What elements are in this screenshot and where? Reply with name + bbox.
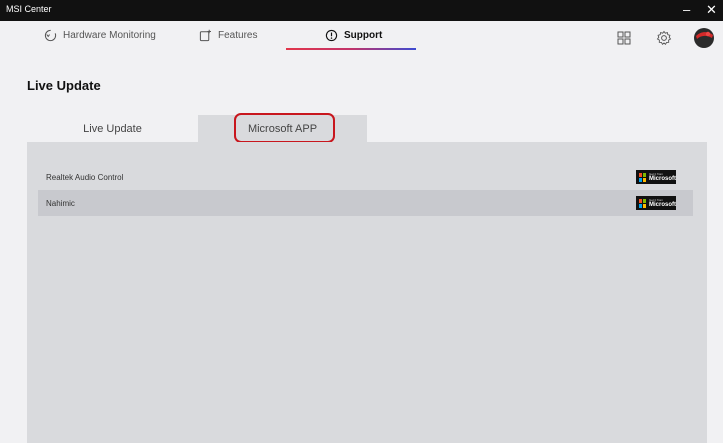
tab-live-update[interactable]: Live Update [27, 115, 198, 142]
tab-highlight-outline [234, 113, 335, 143]
alert-circle-icon [325, 29, 338, 42]
grid-icon[interactable] [617, 31, 631, 45]
nav-support[interactable]: Support [325, 29, 382, 42]
microsoft-logo-icon [639, 172, 646, 182]
app-name: Realtek Audio Control [46, 172, 124, 182]
settings-icon[interactable] [656, 30, 672, 46]
nav-features[interactable]: Features [199, 29, 257, 42]
nav-label: Features [218, 30, 258, 41]
top-nav: Hardware Monitoring Features Support [0, 21, 723, 57]
badge-big-text: Microsoft [649, 201, 676, 208]
active-tab-indicator [286, 48, 416, 50]
refresh-circle-icon [44, 29, 57, 42]
window-title: MSI Center [6, 4, 52, 14]
microsoft-store-badge[interactable]: Get it from Microsoft [636, 196, 676, 210]
square-plus-icon [199, 29, 211, 42]
avatar-icon[interactable] [693, 27, 715, 49]
badge-small-text: Get it from [649, 197, 664, 202]
badge-big-text: Microsoft [649, 175, 676, 182]
close-button[interactable]: ✕ [706, 2, 717, 18]
nav-label: Support [344, 30, 383, 41]
app-list-panel: Realtek Audio Control Get it from Micros… [27, 142, 707, 443]
nav-hardware-monitoring[interactable]: Hardware Monitoring [44, 29, 156, 42]
title-bar: MSI Center – ✕ [0, 0, 723, 21]
app-name: Nahimic [46, 198, 75, 208]
microsoft-logo-icon [639, 198, 646, 208]
list-item[interactable]: Nahimic Get it from Microsoft [38, 190, 693, 216]
list-item[interactable]: Realtek Audio Control Get it from Micros… [38, 164, 693, 190]
microsoft-store-badge[interactable]: Get it from Microsoft [636, 170, 676, 184]
minimize-button[interactable]: – [683, 2, 690, 18]
nav-label: Hardware Monitoring [63, 30, 156, 41]
page-title: Live Update [27, 78, 101, 93]
badge-small-text: Get it from [649, 171, 664, 176]
